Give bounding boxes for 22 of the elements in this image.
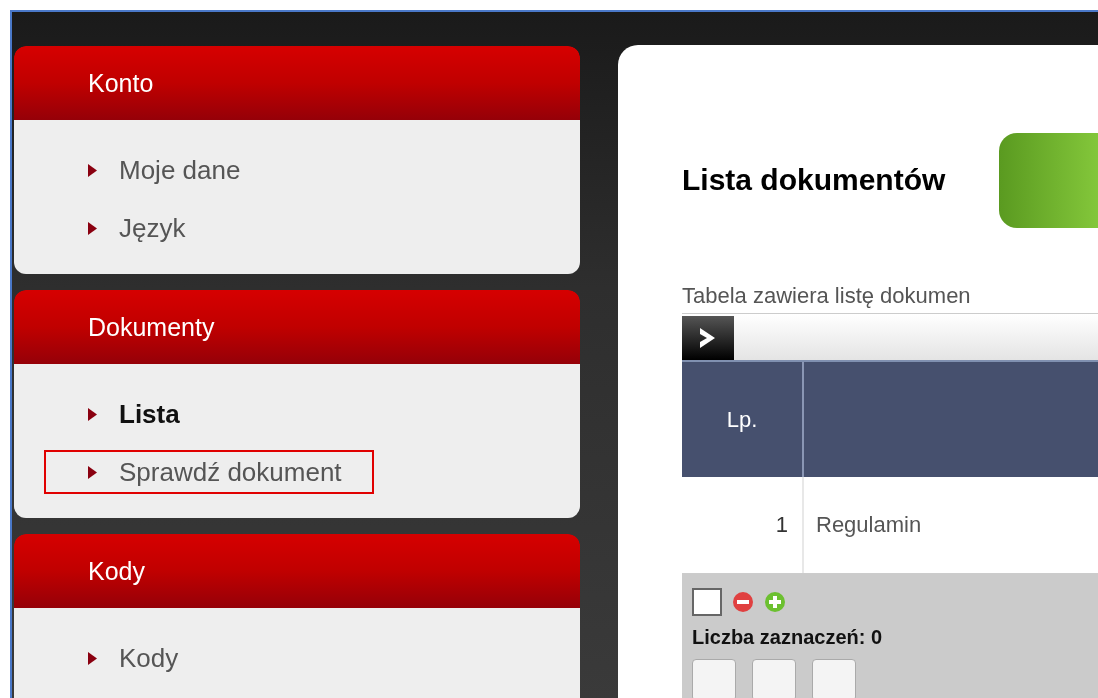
- page-title: Lista dokumentów: [682, 163, 946, 197]
- menu-link[interactable]: Sprawdź dokument: [119, 456, 342, 488]
- table-cell-text: Regulamin: [815, 511, 923, 539]
- minus-icon[interactable]: [732, 591, 754, 613]
- app-icon: [999, 132, 1098, 228]
- triangle-icon: [88, 221, 97, 235]
- triangle-icon: [88, 465, 97, 479]
- triangle-icon: [88, 651, 97, 665]
- menu-link[interactable]: Moje dane: [119, 154, 241, 186]
- expand-button[interactable]: [682, 316, 734, 360]
- plus-icon[interactable]: [764, 591, 786, 613]
- menu-link[interactable]: Kody: [119, 642, 179, 674]
- triangle-icon: [88, 163, 97, 177]
- menu-link[interactable]: Lista: [119, 398, 180, 430]
- panel-header: Kody: [14, 534, 580, 608]
- description: Tabela zawiera listę dokumen: [682, 283, 972, 309]
- triangle-icon: [88, 407, 97, 421]
- panel-header: Dokumenty: [14, 290, 580, 364]
- panel-header: Konto: [14, 46, 580, 120]
- menu-link[interactable]: Język: [119, 212, 186, 244]
- checkbox[interactable]: [692, 588, 722, 616]
- selection-count: Liczba zaznaczeń: 0: [692, 626, 884, 649]
